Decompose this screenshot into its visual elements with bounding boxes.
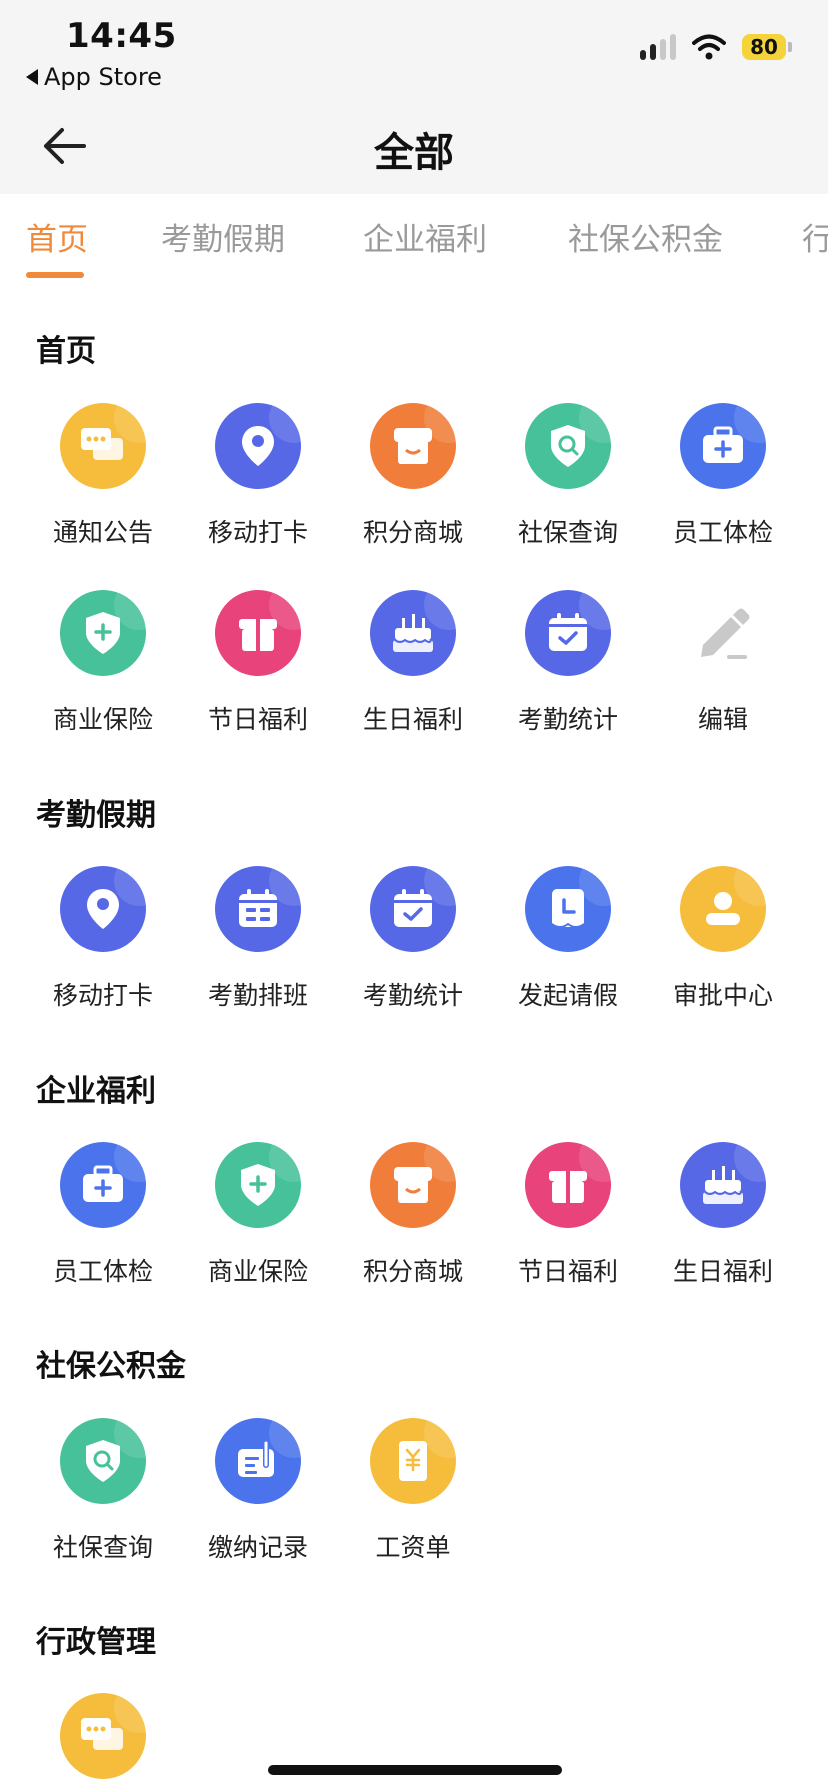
- shop-icon: [370, 1142, 456, 1228]
- item-label: 考勤统计: [517, 705, 618, 734]
- shop-icon: [370, 403, 456, 489]
- item-label: 移动打卡: [52, 981, 153, 1010]
- item-label: 工资单: [375, 1533, 451, 1562]
- item-commercial-insurance[interactable]: 商业保险: [180, 1142, 336, 1288]
- item-label: 节日福利: [517, 1257, 618, 1286]
- item-holiday-benefits[interactable]: 节日福利: [180, 590, 336, 736]
- item-notice[interactable]: 通知公告: [25, 403, 181, 549]
- item-birthday-benefits[interactable]: 生日福利: [335, 590, 491, 736]
- status-icons: 80: [640, 34, 792, 60]
- item-points-mall[interactable]: 积分商城: [335, 403, 491, 549]
- item-label: 发起请假: [517, 981, 618, 1010]
- shield-plus-icon: [215, 1142, 301, 1228]
- item-label: 通知公告: [52, 518, 153, 547]
- item-label: 考勤统计: [362, 981, 463, 1010]
- medical-kit-icon: [680, 403, 766, 489]
- chat-icon: [60, 403, 146, 489]
- item-label: 积分商城: [362, 1257, 463, 1286]
- item-payment-records[interactable]: 缴纳记录: [180, 1418, 336, 1564]
- item-label: 生日福利: [672, 1257, 773, 1286]
- section-title-benefits: 企业福利: [36, 1074, 156, 1109]
- item-label: 编辑: [697, 705, 748, 734]
- category-tabs: 首页 考勤假期 企业福利 社保公积金 行: [0, 194, 828, 284]
- section-title-social-security: 社保公积金: [36, 1349, 186, 1384]
- tab-attendance[interactable]: 考勤假期: [161, 214, 285, 259]
- cake-icon: [680, 1142, 766, 1228]
- wifi-icon: [692, 34, 726, 60]
- home-indicator[interactable]: [268, 1765, 562, 1775]
- cake-icon: [370, 590, 456, 676]
- shield-plus-icon: [60, 590, 146, 676]
- tab-administration[interactable]: 行: [802, 214, 828, 259]
- page-title: 全部: [374, 130, 454, 176]
- back-triangle-icon: [26, 69, 38, 85]
- item-label: 商业保险: [207, 1257, 308, 1286]
- tab-home[interactable]: 首页: [26, 214, 88, 259]
- tab-benefits[interactable]: 企业福利: [363, 214, 487, 259]
- item-label: 移动打卡: [207, 518, 308, 547]
- calendar-check-icon: [370, 866, 456, 952]
- item-label: 社保查询: [52, 1533, 153, 1562]
- item-social-security-query[interactable]: 社保查询: [25, 1418, 181, 1564]
- item-label: 考勤排班: [207, 981, 308, 1010]
- back-to-app-store[interactable]: App Store: [26, 63, 162, 91]
- battery-icon: 80: [742, 34, 792, 60]
- item-label: 生日福利: [362, 705, 463, 734]
- tab-social-security[interactable]: 社保公积金: [568, 214, 723, 259]
- item-label: 社保查询: [517, 518, 618, 547]
- item-attendance-schedule[interactable]: 考勤排班: [180, 866, 336, 1012]
- item-label: 审批中心: [672, 981, 773, 1010]
- item-label: 积分商城: [362, 518, 463, 547]
- item-social-security-query[interactable]: 社保查询: [490, 403, 646, 549]
- item-points-mall[interactable]: 积分商城: [335, 1142, 491, 1288]
- item-commercial-insurance[interactable]: 商业保险: [25, 590, 181, 736]
- chat-icon: [60, 1693, 146, 1779]
- battery-level: 80: [742, 34, 786, 60]
- item-mobile-checkin[interactable]: 移动打卡: [180, 403, 336, 549]
- medical-kit-icon: [60, 1142, 146, 1228]
- gift-icon: [525, 1142, 611, 1228]
- section-title-attendance: 考勤假期: [36, 798, 156, 833]
- shield-search-icon: [525, 403, 611, 489]
- item-attendance-stats[interactable]: 考勤统计: [335, 866, 491, 1012]
- cellular-signal-icon: [640, 34, 676, 60]
- gift-icon: [215, 590, 301, 676]
- top-bar: 14:45 App Store 80 全部: [0, 0, 828, 194]
- item-approval-center[interactable]: 审批中心: [645, 866, 801, 1012]
- item-birthday-benefits[interactable]: 生日福利: [645, 1142, 801, 1288]
- section-title-administration: 行政管理: [36, 1625, 156, 1660]
- item-label: 员工体检: [672, 518, 773, 547]
- section-title-home: 首页: [36, 334, 96, 369]
- back-app-label: App Store: [44, 63, 162, 91]
- item-mobile-checkin[interactable]: 移动打卡: [25, 866, 181, 1012]
- item-holiday-benefits[interactable]: 节日福利: [490, 1142, 646, 1288]
- status-time: 14:45: [66, 16, 177, 56]
- calendar-check-icon: [525, 590, 611, 676]
- record-pen-icon: [215, 1418, 301, 1504]
- item-attendance-stats[interactable]: 考勤统计: [490, 590, 646, 736]
- item-label: 员工体检: [52, 1257, 153, 1286]
- calendar-grid-icon: [215, 866, 301, 952]
- location-pin-icon: [215, 403, 301, 489]
- item-label: 商业保险: [52, 705, 153, 734]
- item-label: 节日福利: [207, 705, 308, 734]
- leave-clock-icon: [525, 866, 611, 952]
- item-payslip[interactable]: 工资单: [335, 1418, 491, 1564]
- edit-icon: [680, 590, 766, 676]
- item-notice[interactable]: [25, 1693, 181, 1779]
- item-edit[interactable]: 编辑: [645, 590, 801, 736]
- item-employee-checkup[interactable]: 员工体检: [645, 403, 801, 549]
- location-pin-icon: [60, 866, 146, 952]
- shield-search-icon: [60, 1418, 146, 1504]
- user-icon: [680, 866, 766, 952]
- item-request-leave[interactable]: 发起请假: [490, 866, 646, 1012]
- item-label: 缴纳记录: [207, 1533, 308, 1562]
- active-tab-indicator: [26, 272, 84, 278]
- item-employee-checkup[interactable]: 员工体检: [25, 1142, 181, 1288]
- payslip-yuan-icon: [370, 1418, 456, 1504]
